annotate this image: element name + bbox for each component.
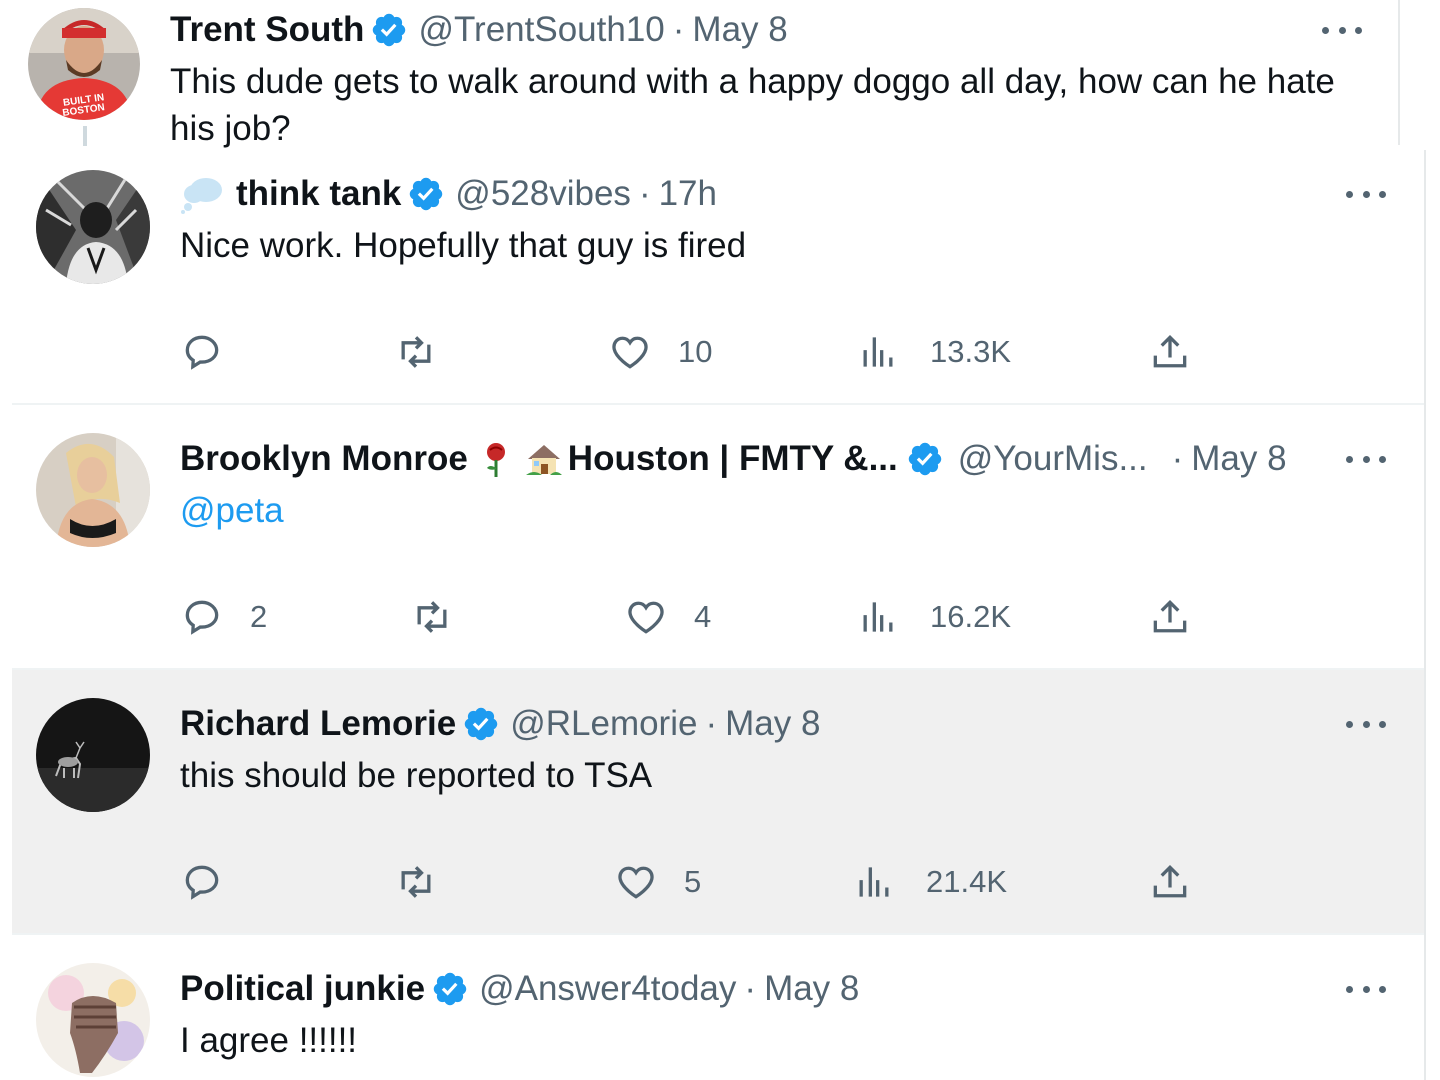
user-handle[interactable]: @TrentSouth10 [418, 10, 664, 50]
view-count: 16.2K [930, 599, 1012, 634]
user-handle[interactable]: @Answer4today [479, 969, 736, 1009]
tweet-richard-lemorie[interactable]: Richard Lemorie @RLemorie · May 8 this s… [12, 670, 1424, 933]
more-icon[interactable] [1346, 188, 1386, 200]
tweet-text: I agree !!!!!! [180, 1021, 358, 1060]
reply-icon [185, 335, 219, 370]
avatar[interactable] [36, 698, 150, 812]
tweet-header: Brooklyn Monroe Houston | FMTY &... @You… [180, 439, 1287, 479]
share-button[interactable] [1148, 858, 1192, 906]
timestamp[interactable]: May 8 [725, 704, 820, 744]
tweet-header: Richard Lemorie @RLemorie · May 8 [180, 704, 820, 744]
display-name[interactable]: Political junkie [180, 969, 425, 1009]
user-handle[interactable]: @YourMis... [958, 439, 1148, 479]
tweet-text: this should be reported to TSA [180, 756, 653, 795]
retweet-button[interactable] [394, 858, 438, 906]
share-icon [1153, 864, 1187, 898]
share-button[interactable] [1148, 328, 1192, 376]
verified-badge-icon[interactable] [431, 970, 469, 1008]
house-emoji-icon [524, 439, 564, 479]
share-button[interactable] [1148, 593, 1192, 641]
tweet-header: Trent South @TrentSouth10 · May 8 [170, 10, 788, 50]
avatar[interactable] [36, 170, 150, 284]
retweet-icon [417, 601, 447, 633]
user-handle[interactable]: @528vibes [455, 174, 631, 214]
thread-line [83, 126, 87, 146]
display-name[interactable]: Brooklyn Monroe [180, 439, 468, 479]
view-count: 13.3K [930, 334, 1012, 369]
tweet-actions: 2 4 16.2K [0, 593, 1440, 641]
heart-icon [612, 336, 648, 369]
verified-badge-icon[interactable] [462, 705, 500, 743]
separator-dot: · [705, 704, 718, 743]
tweet-text: This dude gets to walk around with a hap… [170, 62, 1335, 148]
display-name[interactable]: Richard Lemorie [180, 704, 456, 744]
tweet-political-junkie[interactable]: Political junkie @Answer4today · May 8 I… [0, 935, 1440, 1080]
tweet-actions: 5 21.4K [0, 858, 1440, 906]
more-icon[interactable] [1346, 718, 1386, 730]
retweet-icon [401, 336, 431, 368]
views-icon [863, 602, 893, 632]
reply-button[interactable] [180, 858, 250, 906]
retweet-button[interactable] [394, 328, 438, 376]
tweet-brooklyn-monroe[interactable]: Brooklyn Monroe Houston | FMTY &... @You… [0, 405, 1440, 669]
share-icon [1153, 599, 1187, 633]
verified-badge-icon[interactable] [370, 11, 408, 49]
tweet-trent-south[interactable]: BUILT IN BOSTON Trent South @TrentSouth1… [0, 0, 1440, 150]
user-handle[interactable]: @RLemorie [510, 704, 697, 744]
views-button[interactable]: 16.2K [856, 593, 1011, 641]
tweet-think-tank[interactable]: think tank @528vibes · 17h Nice work. Ho… [0, 150, 1440, 404]
like-count: 10 [678, 334, 713, 369]
views-icon [863, 337, 893, 367]
separator-dot: · [1171, 439, 1184, 478]
timestamp[interactable]: 17h [659, 174, 717, 214]
reply-button[interactable]: 2 [180, 593, 267, 641]
tweet-header: think tank @528vibes · 17h [180, 174, 717, 214]
share-icon [1153, 334, 1187, 368]
views-icon [859, 867, 889, 897]
timestamp[interactable]: May 8 [764, 969, 859, 1009]
views-button[interactable]: 21.4K [852, 858, 1007, 906]
separator-dot: · [672, 10, 685, 49]
display-name[interactable]: Trent South [170, 10, 364, 50]
mention-link[interactable]: @peta [180, 487, 284, 534]
avatar[interactable] [36, 963, 150, 1077]
view-count: 21.4K [926, 864, 1008, 899]
thought-cloud-emoji-icon [180, 174, 226, 214]
separator-dot: · [638, 174, 651, 213]
verified-badge-icon[interactable] [407, 175, 445, 213]
avatar[interactable] [36, 433, 150, 547]
display-name-location[interactable]: Houston | FMTY &... [568, 439, 898, 479]
avatar[interactable]: BUILT IN BOSTON [28, 8, 140, 120]
views-button[interactable]: 13.3K [856, 328, 1011, 376]
reply-count: 2 [250, 599, 268, 634]
more-icon[interactable] [1346, 983, 1386, 995]
like-button[interactable]: 4 [624, 593, 711, 641]
like-count: 4 [694, 599, 712, 634]
more-icon[interactable] [1322, 24, 1362, 36]
retweet-button[interactable] [410, 593, 454, 641]
timestamp[interactable]: May 8 [1191, 439, 1286, 479]
display-name[interactable]: think tank [236, 174, 401, 214]
like-button[interactable]: 10 [608, 328, 712, 376]
reply-button[interactable] [180, 328, 250, 376]
heart-icon [628, 601, 664, 634]
verified-badge-icon[interactable] [906, 440, 944, 478]
like-button[interactable]: 5 [614, 858, 701, 906]
separator-dot: · [744, 969, 757, 1008]
like-count: 5 [684, 864, 702, 899]
tweet-text: Nice work. Hopefully that guy is fired [180, 226, 747, 265]
timestamp[interactable]: May 8 [692, 10, 787, 50]
tweet-header: Political junkie @Answer4today · May 8 [180, 969, 859, 1009]
retweet-icon [401, 866, 431, 898]
heart-icon [618, 866, 654, 899]
more-icon[interactable] [1346, 453, 1386, 465]
reply-icon [185, 865, 219, 900]
reply-icon [185, 600, 219, 635]
tweet-actions: 10 13.3K [0, 328, 1440, 376]
rose-emoji-icon [476, 439, 516, 479]
